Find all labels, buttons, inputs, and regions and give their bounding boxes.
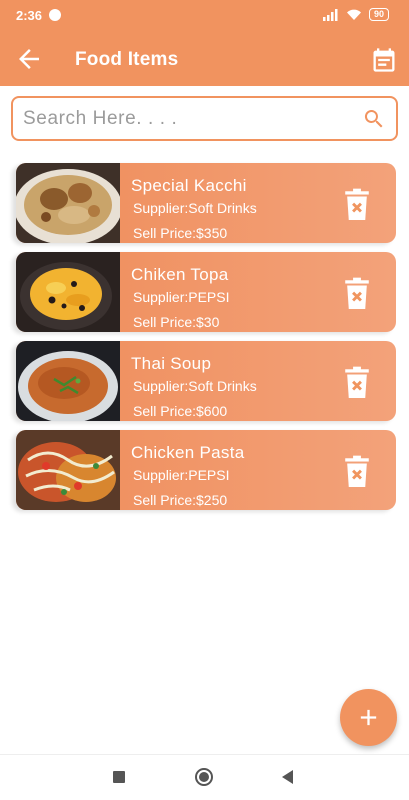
food-image [16, 341, 120, 421]
trash-x-icon [345, 188, 369, 221]
back-button[interactable] [14, 44, 44, 74]
system-nav-bar [0, 754, 409, 800]
home-button[interactable] [195, 768, 213, 786]
search-input[interactable] [23, 98, 353, 139]
food-items-list: Special Kacchi Supplier:Soft Drinks Sell… [12, 163, 397, 519]
food-image [16, 252, 120, 332]
food-image [16, 430, 120, 510]
food-price: Sell Price:$30 [133, 314, 220, 330]
arrow-left-icon [19, 49, 39, 69]
recents-button[interactable] [113, 771, 125, 783]
delete-button[interactable] [341, 188, 373, 222]
messenger-icon [49, 9, 61, 21]
delete-button[interactable] [341, 366, 373, 400]
calendar-icon [373, 48, 395, 72]
trash-x-icon [345, 277, 369, 310]
food-name: Chicken Pasta [131, 443, 245, 462]
food-name: Chiken Topa [131, 265, 229, 284]
calendar-button[interactable] [370, 46, 398, 74]
battery-indicator: 90 [368, 8, 389, 21]
food-item-card[interactable]: Special Kacchi Supplier:Soft Drinks Sell… [16, 163, 396, 243]
food-supplier: Supplier:PEPSI [133, 289, 230, 305]
delete-button[interactable] [341, 277, 373, 311]
status-indicators: 90 [322, 8, 389, 21]
search-box [11, 96, 398, 141]
plus-icon [360, 709, 377, 726]
add-food-button[interactable] [340, 689, 397, 746]
app-header: 2:36 90 Food Items [0, 0, 409, 86]
wifi-icon [346, 9, 361, 20]
food-price: Sell Price:$250 [133, 492, 228, 508]
food-price: Sell Price:$600 [133, 403, 228, 419]
search-icon[interactable] [362, 107, 386, 131]
trash-x-icon [345, 366, 369, 399]
delete-button[interactable] [341, 455, 373, 489]
signal-icon [322, 8, 338, 21]
toolbar: Food Items [0, 36, 409, 82]
food-name: Thai Soup [131, 354, 212, 373]
system-back-button[interactable] [282, 770, 293, 784]
status-bar: 2:36 90 [0, 0, 409, 30]
food-image [16, 163, 120, 243]
food-item-card[interactable]: Thai Soup Supplier:Soft Drinks Sell Pric… [16, 341, 396, 421]
trash-x-icon [345, 455, 369, 488]
food-item-card[interactable]: Chicken Pasta Supplier:PEPSI Sell Price:… [16, 430, 396, 510]
food-supplier: Supplier:Soft Drinks [133, 378, 257, 394]
food-item-card[interactable]: Chiken Topa Supplier:PEPSI Sell Price:$3… [16, 252, 396, 332]
food-supplier: Supplier:Soft Drinks [133, 200, 257, 216]
page-title: Food Items [75, 49, 179, 70]
food-supplier: Supplier:PEPSI [133, 467, 230, 483]
status-time: 2:36 [16, 8, 43, 23]
food-name: Special Kacchi [131, 176, 247, 195]
food-price: Sell Price:$350 [133, 225, 228, 241]
